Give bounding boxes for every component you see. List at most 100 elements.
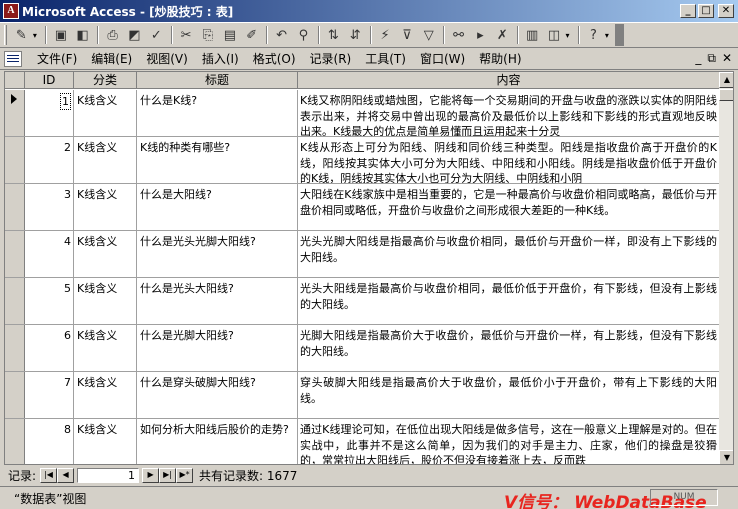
table-row[interactable]: 7 K线含义 什么是穿头破脚大阳线? 穿头破脚大阳线是指最高价大于收盘价，最低价…: [5, 372, 719, 419]
menu-tools[interactable]: 工具(T): [358, 50, 413, 67]
table-row[interactable]: 5 K线含义 什么是光头大阳线? 光头大阳线是指最高价与收盘价相同，最低价低于开…: [5, 278, 719, 325]
content-cell[interactable]: 穿头破脚大阳线是指最高价大于收盘价，最低价小于开盘价，带有上下影线的大阳线。: [298, 372, 719, 418]
menu-records[interactable]: 记录(R): [303, 50, 359, 67]
close-button[interactable]: ✕: [718, 4, 734, 18]
scroll-up-icon[interactable]: ▲: [719, 72, 733, 88]
database-window-icon[interactable]: ▥: [522, 24, 543, 46]
minimize-button[interactable]: _: [680, 4, 696, 18]
category-cell[interactable]: K线含义: [74, 137, 137, 183]
id-cell[interactable]: 1: [25, 90, 74, 136]
delete-record-icon[interactable]: ✗: [492, 24, 513, 46]
id-cell[interactable]: 8: [25, 419, 74, 464]
sort-ascending-icon[interactable]: ⇅: [323, 24, 344, 46]
category-cell[interactable]: K线含义: [74, 278, 137, 324]
content-cell[interactable]: K线又称阴阳线或蜡烛图，它能将每一个交易期间的开盘与收盘的涨跌以实体的阴阳线表示…: [298, 90, 719, 136]
search-file-icon[interactable]: ◧: [72, 24, 93, 46]
category-cell[interactable]: K线含义: [74, 231, 137, 277]
find-icon[interactable]: ⚯: [448, 24, 469, 46]
new-object-dropdown-icon[interactable]: ▾: [565, 31, 573, 40]
menu-view[interactable]: 视图(V): [139, 50, 195, 67]
record-selector[interactable]: [5, 137, 25, 183]
content-cell[interactable]: 光脚大阳线是指最高价大于收盘价，最低价与开盘价一样，有上影线，但没有下影线的大阳…: [298, 325, 719, 371]
title-cell[interactable]: 什么是光脚大阳线?: [137, 325, 298, 371]
id-cell[interactable]: 2: [25, 137, 74, 183]
title-cell[interactable]: 什么是光头大阳线?: [137, 278, 298, 324]
column-header-category[interactable]: 分类: [74, 72, 137, 89]
menu-window[interactable]: 窗口(W): [413, 50, 472, 67]
help-icon[interactable]: ?: [583, 24, 604, 46]
child-close-button[interactable]: ✕: [722, 51, 732, 66]
category-cell[interactable]: K线含义: [74, 419, 137, 464]
access-app-icon[interactable]: A: [3, 3, 19, 19]
title-cell[interactable]: 如何分析大阳线后股价的走势?: [137, 419, 298, 464]
paste-icon[interactable]: ▤: [219, 24, 240, 46]
record-selector[interactable]: [5, 372, 25, 418]
select-all-corner[interactable]: [5, 72, 25, 89]
content-cell[interactable]: 光头光脚大阳线是指最高价与收盘价相同，最低价与开盘价一样，即没有上下影线的大阳线…: [298, 231, 719, 277]
toolbar-grip[interactable]: [4, 25, 7, 45]
view-icon[interactable]: ✎: [11, 24, 32, 46]
table-row[interactable]: 2 K线含义 K线的种类有哪些? K线从形态上可分为阳线、阴线和同价线三种类型。…: [5, 137, 719, 184]
help-dropdown-icon[interactable]: ▾: [605, 31, 613, 40]
column-header-title[interactable]: 标题: [137, 72, 298, 89]
id-cell[interactable]: 3: [25, 184, 74, 230]
id-cell[interactable]: 7: [25, 372, 74, 418]
filter-by-form-icon[interactable]: ⊽: [396, 24, 417, 46]
menu-insert[interactable]: 插入(I): [195, 50, 246, 67]
record-selector[interactable]: [5, 278, 25, 324]
spelling-icon[interactable]: ✓: [146, 24, 167, 46]
category-cell[interactable]: K线含义: [74, 325, 137, 371]
title-cell[interactable]: 什么是光头光脚大阳线?: [137, 231, 298, 277]
datasheet-window-icon[interactable]: [4, 50, 22, 67]
content-cell[interactable]: 光头大阳线是指最高价与收盘价相同，最低价低于开盘价，有下影线，但没有上影线的大阳…: [298, 278, 719, 324]
category-cell[interactable]: K线含义: [74, 90, 137, 136]
content-cell[interactable]: 大阳线在K线家族中是相当重要的，它是一种最高价与收盘价相同或略高，最低价与开盘价…: [298, 184, 719, 230]
view-dropdown-icon[interactable]: ▾: [33, 31, 41, 40]
last-record-icon[interactable]: ▶|: [159, 467, 177, 483]
id-cell[interactable]: 5: [25, 278, 74, 324]
apply-filter-icon[interactable]: ▽: [418, 24, 439, 46]
table-row[interactable]: 1 K线含义 什么是K线? K线又称阴阳线或蜡烛图，它能将每一个交易期间的开盘与…: [5, 90, 719, 137]
vertical-scrollbar[interactable]: ▲ ▼: [719, 72, 733, 464]
content-cell[interactable]: K线从形态上可分为阳线、阴线和同价线三种类型。阳线是指收盘价高于开盘价的K线，阳…: [298, 137, 719, 183]
record-selector[interactable]: [5, 419, 25, 464]
title-cell[interactable]: 什么是穿头破脚大阳线?: [137, 372, 298, 418]
copy-icon[interactable]: ⎘: [198, 24, 219, 46]
next-record-icon[interactable]: ▶: [142, 467, 160, 483]
sort-descending-icon[interactable]: ⇵: [345, 24, 366, 46]
print-icon[interactable]: ⎙: [102, 24, 123, 46]
title-cell[interactable]: 什么是大阳线?: [137, 184, 298, 230]
table-row[interactable]: 8 K线含义 如何分析大阳线后股价的走势? 通过K线理论可知，在低位出现大阳线是…: [5, 419, 719, 464]
scroll-down-icon[interactable]: ▼: [719, 450, 733, 464]
category-cell[interactable]: K线含义: [74, 184, 137, 230]
category-cell[interactable]: K线含义: [74, 372, 137, 418]
child-restore-button[interactable]: ⧉: [707, 51, 716, 66]
child-minimize-button[interactable]: _: [695, 51, 701, 66]
insert-hyperlink-icon[interactable]: ⚲: [293, 24, 314, 46]
scroll-thumb[interactable]: [719, 89, 733, 101]
new-record-nav-icon[interactable]: ▶*: [176, 467, 194, 483]
previous-record-icon[interactable]: ◀: [57, 467, 75, 483]
column-header-id[interactable]: ID: [25, 72, 74, 89]
id-cell[interactable]: 4: [25, 231, 74, 277]
title-cell[interactable]: K线的种类有哪些?: [137, 137, 298, 183]
title-cell[interactable]: 什么是K线?: [137, 90, 298, 136]
first-record-icon[interactable]: |◀: [40, 467, 58, 483]
record-selector[interactable]: [5, 325, 25, 371]
table-row[interactable]: 3 K线含义 什么是大阳线? 大阳线在K线家族中是相当重要的，它是一种最高价与收…: [5, 184, 719, 231]
new-record-icon[interactable]: ▸: [470, 24, 491, 46]
menu-help[interactable]: 帮助(H): [472, 50, 528, 67]
menu-file[interactable]: 文件(F): [30, 50, 84, 67]
menu-format[interactable]: 格式(O): [246, 50, 303, 67]
record-selector[interactable]: [5, 184, 25, 230]
record-selector[interactable]: [5, 90, 25, 136]
table-row[interactable]: 6 K线含义 什么是光脚大阳线? 光脚大阳线是指最高价大于收盘价，最低价与开盘价…: [5, 325, 719, 372]
undo-icon[interactable]: ↶: [271, 24, 292, 46]
maximize-button[interactable]: □: [698, 4, 714, 18]
id-cell[interactable]: 6: [25, 325, 74, 371]
print-preview-icon[interactable]: ◩: [124, 24, 145, 46]
filter-by-selection-icon[interactable]: ⚡: [375, 24, 396, 46]
column-header-content[interactable]: 内容: [298, 72, 719, 89]
save-icon[interactable]: ▣: [50, 24, 71, 46]
new-object-icon[interactable]: ◫: [544, 24, 565, 46]
